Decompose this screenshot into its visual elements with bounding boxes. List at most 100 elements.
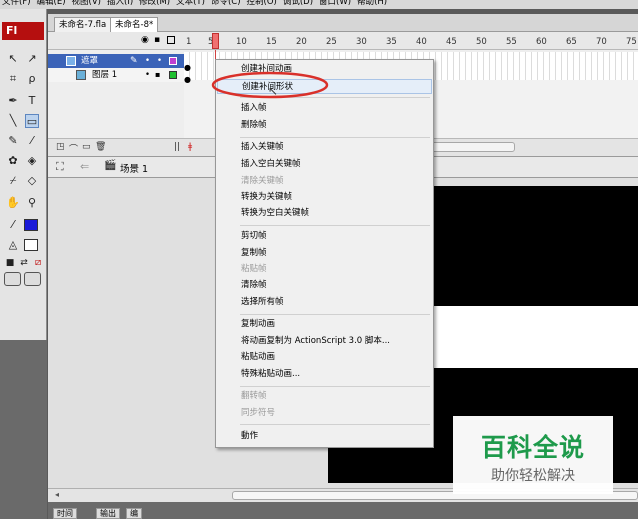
frame-number: 1 — [186, 37, 192, 47]
free-transform-tool-icon[interactable]: ⌗ — [6, 72, 20, 86]
folder-icon[interactable]: ▭ — [82, 142, 91, 152]
menu-item-synchronize-symbols[interactable]: 同步符号 — [217, 406, 432, 421]
timeline-scrollbar[interactable] — [430, 142, 515, 152]
center-frame-icon[interactable]: ǂ — [188, 142, 192, 152]
menu-file[interactable]: 文件(F) — [2, 0, 31, 9]
snap-to-objects-icon[interactable] — [24, 272, 41, 286]
eraser-tool-icon[interactable]: ◇ — [25, 174, 39, 188]
keyframe-dot[interactable]: ● — [184, 75, 191, 84]
menu-debug[interactable]: 调试(D) — [283, 0, 313, 9]
swap-colors-icon[interactable]: ⇄ — [17, 256, 31, 270]
layer-color-swatch[interactable] — [169, 71, 177, 79]
menu-view[interactable]: 视图(V) — [72, 0, 101, 9]
subselection-tool-icon[interactable]: ↗ — [25, 52, 39, 66]
keyframe-dot[interactable]: ● — [184, 63, 191, 72]
menu-item-convert-to-blank-keyframe[interactable]: 转换为空白关键帧 — [217, 206, 432, 221]
playhead[interactable] — [212, 33, 219, 49]
selection-tool-icon[interactable]: ↖ — [6, 52, 20, 66]
stroke-color-icon[interactable]: ⁄ — [6, 218, 20, 232]
menu-item-clear-frames[interactable]: 清除帧 — [217, 278, 432, 293]
menu-item-paste-frames[interactable]: 粘贴帧 — [217, 262, 432, 277]
rectangle-tool-icon[interactable]: ▭ — [25, 114, 39, 128]
layer-name: 遮罩 — [81, 56, 99, 66]
menu-item-copy-motion[interactable]: 复制动画 — [217, 317, 432, 332]
doc-tab-8[interactable]: 未命名-8* — [110, 17, 159, 32]
frame-number: 75 — [626, 37, 637, 47]
frame-number: 35 — [386, 37, 397, 47]
menu-item-paste-motion-special[interactable]: 特殊粘贴动画... — [217, 367, 432, 382]
menu-item-insert-frame[interactable]: 插入帧 — [217, 101, 432, 116]
brush-tool-icon[interactable]: ⁄ — [25, 134, 39, 148]
menu-text[interactable]: 文本(T) — [176, 0, 205, 9]
scene-label[interactable]: 场景 1 — [120, 161, 148, 175]
object-drawing-icon[interactable] — [4, 272, 21, 286]
black-white-icon[interactable]: ■ — [3, 256, 17, 270]
menu-modify[interactable]: 修改(M) — [139, 0, 170, 9]
menu-item-insert-blank-keyframe[interactable]: 插入空白关键帧 — [217, 157, 432, 172]
tab-timeline[interactable]: 时间 — [53, 508, 77, 519]
tab-edit[interactable]: 编 — [126, 508, 142, 519]
menu-help[interactable]: 帮助(H) — [357, 0, 387, 9]
layer-color-swatch[interactable] — [169, 57, 177, 65]
eyedropper-tool-icon[interactable]: ⌿ — [6, 174, 20, 188]
menu-item-insert-keyframe[interactable]: 插入关键帧 — [217, 140, 432, 155]
fill-color-swatch[interactable] — [24, 239, 38, 251]
frame-number: 70 — [596, 37, 607, 47]
frame-number: 50 — [476, 37, 487, 47]
back-arrow-icon[interactable]: ⇐ — [80, 160, 89, 173]
document-tab-bar: 未命名-7.fla 未命名-8* — [48, 14, 638, 32]
menu-item-select-all-frames[interactable]: 选择所有帧 — [217, 295, 432, 310]
menu-edit[interactable]: 编辑(E) — [37, 0, 66, 9]
masked-layer-icon — [76, 70, 86, 80]
fill-color-icon[interactable]: ◬ — [6, 238, 20, 252]
pencil-tool-icon[interactable]: ✎ — [6, 134, 20, 148]
zoom-tool-icon[interactable]: ⚲ — [25, 196, 39, 210]
menu-separator — [240, 386, 430, 387]
menu-item-copy-frames[interactable]: 复制帧 — [217, 246, 432, 261]
no-color-icon[interactable]: ⧄ — [31, 256, 45, 270]
line-tool-icon[interactable]: ╲ — [6, 114, 20, 128]
lasso-tool-icon[interactable]: ρ — [25, 72, 39, 86]
menu-item-reverse-frames[interactable]: 翻转帧 — [217, 389, 432, 404]
stage-shape-white — [434, 306, 638, 368]
menu-window[interactable]: 窗口(W) — [319, 0, 351, 9]
lock-dot[interactable]: • — [157, 54, 162, 68]
stroke-color-swatch[interactable] — [24, 219, 38, 231]
menu-item-convert-to-keyframe[interactable]: 转换为关键帧 — [217, 190, 432, 205]
delete-layer-icon[interactable]: 🗑 — [95, 142, 106, 152]
pen-tool-icon[interactable]: ✒ — [6, 94, 20, 108]
menu-item-paste-motion[interactable]: 粘贴动画 — [217, 350, 432, 365]
deco-tool-icon[interactable]: ✿ — [6, 154, 20, 168]
tab-output[interactable]: 输出 — [96, 508, 120, 519]
stage-shape-black[interactable] — [434, 186, 638, 306]
menu-commands[interactable]: 命令(C) — [211, 0, 241, 9]
layer-row-mask[interactable]: 遮罩 ✎ • • — [48, 54, 184, 68]
menu-item-remove-frames[interactable]: 删除帧 — [217, 118, 432, 133]
frame-number: 65 — [566, 37, 577, 47]
menu-item-clear-keyframe[interactable]: 清除关键帧 — [217, 174, 432, 189]
visible-dot[interactable]: • — [145, 54, 150, 68]
move-icon[interactable]: ⛶ — [56, 160, 64, 174]
menu-insert[interactable]: 插入(I) — [107, 0, 133, 9]
show-hide-icon[interactable]: ◉ — [141, 35, 149, 45]
hand-tool-icon[interactable]: ✋ — [6, 196, 20, 210]
menu-item-actions[interactable]: 動作 — [217, 429, 432, 444]
menu-separator — [240, 137, 430, 138]
new-layer-icon[interactable]: ◳ — [56, 142, 65, 152]
doc-tab-7[interactable]: 未命名-7.fla — [54, 17, 112, 32]
new-folder-icon[interactable]: ⌒ — [69, 142, 78, 155]
scene-icon: 🎬 — [104, 160, 117, 171]
visible-dot[interactable]: • — [145, 68, 150, 82]
outline-icon[interactable] — [167, 36, 175, 44]
frame-number: 30 — [356, 37, 367, 47]
menu-item-copy-motion-as-as3[interactable]: 将动画复制为 ActionScript 3.0 脚本... — [217, 334, 432, 349]
lock-icon[interactable]: ▪ — [154, 35, 160, 45]
layer-row-1[interactable]: 图层 1 • ▪ — [48, 68, 184, 82]
text-tool-icon[interactable]: T — [25, 94, 39, 108]
paint-bucket-tool-icon[interactable]: ◈ — [25, 154, 39, 168]
lock-icon[interactable]: ▪ — [155, 68, 160, 82]
menu-separator — [240, 314, 430, 315]
menu-control[interactable]: 控制(O) — [247, 0, 277, 9]
scroll-left-arrow-icon[interactable]: ◂ — [55, 490, 59, 499]
menu-item-cut-frames[interactable]: 剪切帧 — [217, 229, 432, 244]
